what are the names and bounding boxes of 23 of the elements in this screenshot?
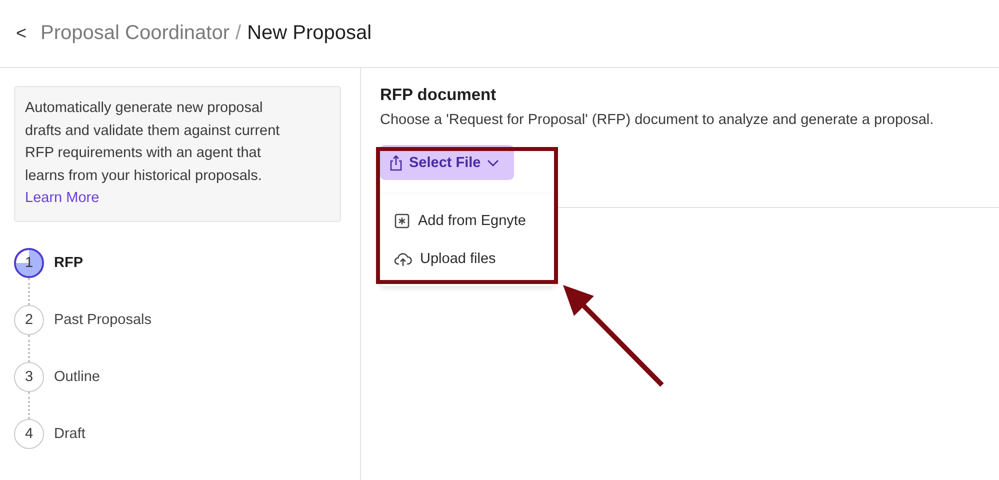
step-circle[interactable]: 1 [14,248,44,278]
asterisk-box-icon [394,213,410,229]
step-label[interactable]: Draft [54,426,86,442]
section-title: RFP document [380,86,498,105]
learn-more-link[interactable]: Learn More [25,187,100,209]
share-icon [389,154,403,170]
progress-fill [16,250,42,276]
breadcrumb-item[interactable]: New Proposal [247,22,372,45]
step-label[interactable]: RFP [54,255,83,271]
back-button[interactable]: < [16,23,27,44]
step-label[interactable]: Outline [54,369,100,385]
info-text: Automatically generate new proposal drafts and validate them against current RFP requirements with an agent that learns from your historical proposals. [25,99,281,186]
menu-item[interactable]: Upload files [380,240,555,278]
menu-item[interactable]: Add from Egnyte [380,202,555,240]
step-label[interactable]: Past Proposals [54,312,152,328]
section-description: Choose a 'Request for Proposal' (RFP) document to analyze and generate a proposal. [380,112,935,128]
step-circle[interactable]: 3 [14,362,44,392]
cloud-upload-icon [394,251,412,267]
step-circle[interactable]: 4 [14,419,44,449]
breadcrumb-separator: / [236,22,242,45]
breadcrumb-item[interactable]: Proposal Coordinator [40,22,230,45]
chevron-down-icon [486,158,499,166]
step-circle[interactable]: 2 [14,305,44,335]
